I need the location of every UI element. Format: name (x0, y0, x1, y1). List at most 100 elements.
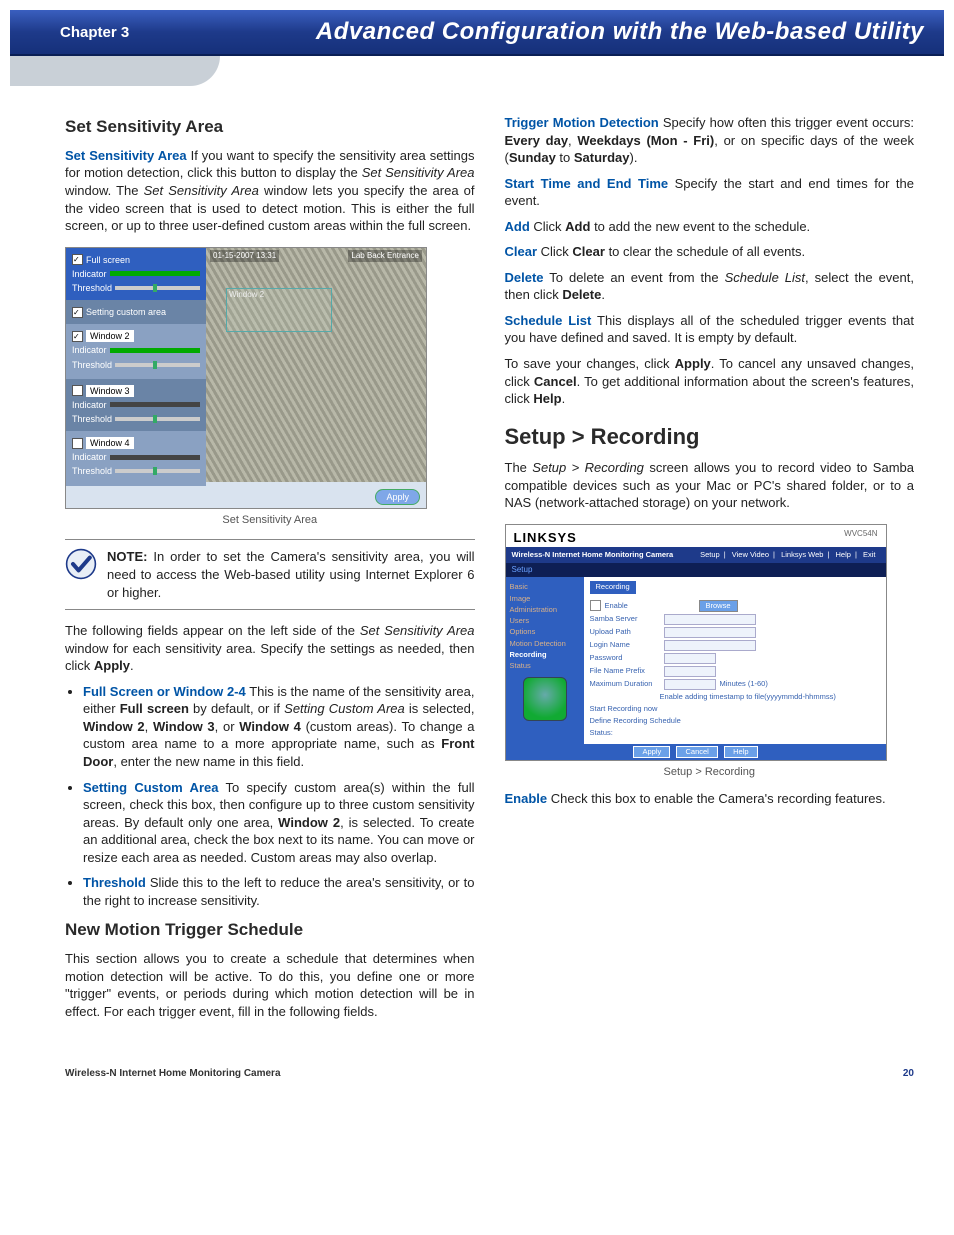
figure-caption-2: Setup > Recording (505, 765, 915, 780)
tab-setup[interactable]: Setup (700, 550, 720, 559)
label-enable: Enable (605, 601, 675, 611)
para-recording-intro: The Setup > Recording screen allows you … (505, 459, 915, 512)
bold: Clear (572, 244, 605, 259)
italic: Setting Custom Area (284, 701, 405, 716)
group-window4: Window 4 Indicator Threshold (66, 431, 206, 485)
right-column: Trigger Motion Detection Specify how oft… (505, 106, 915, 1028)
input-w3[interactable]: Window 3 (86, 385, 134, 397)
italic: Schedule List (725, 270, 805, 285)
label-threshold: Threshold (72, 465, 112, 477)
group-custom: Setting custom area (66, 300, 206, 324)
text: In order to set the Camera's sensitivity… (107, 549, 475, 599)
window-overlay: Window 2 (226, 288, 332, 332)
input-upload[interactable] (664, 627, 756, 638)
figure-sensitivity-area: 01-15-2007 13:31 Lab Back Entrance Windo… (65, 247, 475, 509)
label-threshold: Threshold (72, 359, 112, 371)
bold: Delete (562, 287, 601, 302)
checkbox-w4[interactable] (72, 438, 83, 449)
input-prefix[interactable] (664, 666, 716, 677)
text: Click (537, 244, 572, 259)
page-title: Advanced Configuration with the Web-base… (316, 18, 924, 46)
input-maxdur[interactable] (664, 679, 716, 690)
sidebar-item-users[interactable]: Users (510, 615, 580, 626)
figure-caption-1: Set Sensitivity Area (65, 513, 475, 528)
input-w2[interactable]: Window 2 (86, 330, 134, 342)
label-samba: Samba Server (590, 614, 660, 624)
apply-bar: Apply (66, 486, 426, 508)
text: Check this box to enable the Camera's re… (547, 791, 886, 806)
sidebar-item-options[interactable]: Options (510, 626, 580, 637)
page-number: 20 (903, 1068, 914, 1079)
term-start-end: Start Time and End Time (505, 176, 669, 191)
italic: Setup > Recording (532, 460, 644, 475)
text: . (130, 658, 134, 673)
cancel-button[interactable]: Cancel (676, 746, 717, 758)
tab-view[interactable]: View Video (732, 550, 769, 559)
label-threshold: Threshold (72, 282, 112, 294)
camera-preview-icon (523, 677, 567, 721)
panel-title: Recording (590, 581, 636, 593)
bold: Saturday (574, 150, 630, 165)
checkbox-w3[interactable] (72, 385, 83, 396)
tab-web[interactable]: Linksys Web (781, 550, 823, 559)
label-upload: Upload Path (590, 627, 660, 637)
browse-button[interactable]: Browse (699, 600, 738, 612)
footer-left: Wireless-N Internet Home Monitoring Came… (65, 1068, 281, 1079)
tab-exit[interactable]: Exit (863, 550, 876, 559)
text: Specify how often this trigger event occ… (659, 115, 914, 130)
screenshot-recording: LINKSYS WVC54N Wireless-N Internet Home … (505, 524, 887, 761)
bold: Window 2 (278, 815, 340, 830)
threshold-slider[interactable] (115, 363, 200, 367)
sidebar-item-image[interactable]: Image (510, 593, 580, 604)
brand-logo: LINKSYS (514, 529, 577, 547)
sidebar-item-basic[interactable]: Basic (510, 581, 580, 592)
term-fullscreen: Full Screen or Window 2-4 (83, 684, 246, 699)
apply-button[interactable]: Apply (633, 746, 670, 758)
threshold-slider[interactable] (115, 417, 200, 421)
chapter-label: Chapter 3 (60, 24, 129, 41)
sidebar: Basic Image Administration Users Options… (506, 577, 584, 744)
input-w4[interactable]: Window 4 (86, 437, 134, 449)
help-button[interactable]: Help (724, 746, 757, 758)
bold: Window 4 (239, 719, 301, 734)
threshold-slider[interactable] (115, 286, 200, 290)
sidebar-item-motion[interactable]: Motion Detection (510, 638, 580, 649)
check-icon (65, 548, 97, 580)
header-curve (10, 56, 220, 86)
para-trigger-intro: This section allows you to create a sche… (65, 950, 475, 1020)
tab-links: Setup| View Video| Linksys Web| Help| Ex… (696, 550, 879, 560)
indicator-bar (110, 455, 200, 460)
italic: Set Sensitivity Area (144, 183, 259, 198)
para-set-sensitivity-intro: Set Sensitivity Area If you want to spec… (65, 147, 475, 235)
text: to clear the schedule of all events. (605, 244, 805, 259)
checkbox-custom[interactable] (72, 307, 83, 318)
checkbox-enable[interactable] (590, 600, 601, 611)
input-samba[interactable] (664, 614, 756, 625)
para-delete: Delete To delete an event from the Sched… (505, 269, 915, 304)
text: The (505, 460, 533, 475)
sidebar-item-recording[interactable]: Recording (510, 649, 580, 660)
note-text: NOTE: In order to set the Camera's sensi… (107, 548, 475, 601)
bullet-list: Full Screen or Window 2-4 This is the na… (65, 683, 475, 910)
label-pass: Password (590, 653, 660, 663)
text: , (568, 133, 577, 148)
page-header: Chapter 3 Advanced Configuration with th… (10, 10, 944, 56)
threshold-slider[interactable] (115, 469, 200, 473)
location-stamp: Lab Back Entrance (348, 250, 422, 263)
term-set-sensitivity: Set Sensitivity Area (65, 148, 187, 163)
input-login[interactable] (664, 640, 756, 651)
checkbox-fullscreen[interactable] (72, 254, 83, 265)
label-indicator: Indicator (72, 399, 107, 411)
input-pass[interactable] (664, 653, 716, 664)
checkbox-w2[interactable] (72, 331, 83, 342)
shot2-body: Basic Image Administration Users Options… (506, 577, 886, 744)
tab-help[interactable]: Help (836, 550, 851, 559)
text: ). (630, 150, 638, 165)
sidebar-item-admin[interactable]: Administration (510, 604, 580, 615)
para-schedule-list: Schedule List This displays all of the s… (505, 312, 915, 347)
indicator-bar (110, 402, 200, 407)
indicator-bar (110, 348, 200, 353)
sidebar-item-status[interactable]: Status (510, 660, 580, 671)
apply-button[interactable]: Apply (375, 489, 420, 505)
page-footer: Wireless-N Internet Home Monitoring Came… (0, 1038, 954, 1099)
